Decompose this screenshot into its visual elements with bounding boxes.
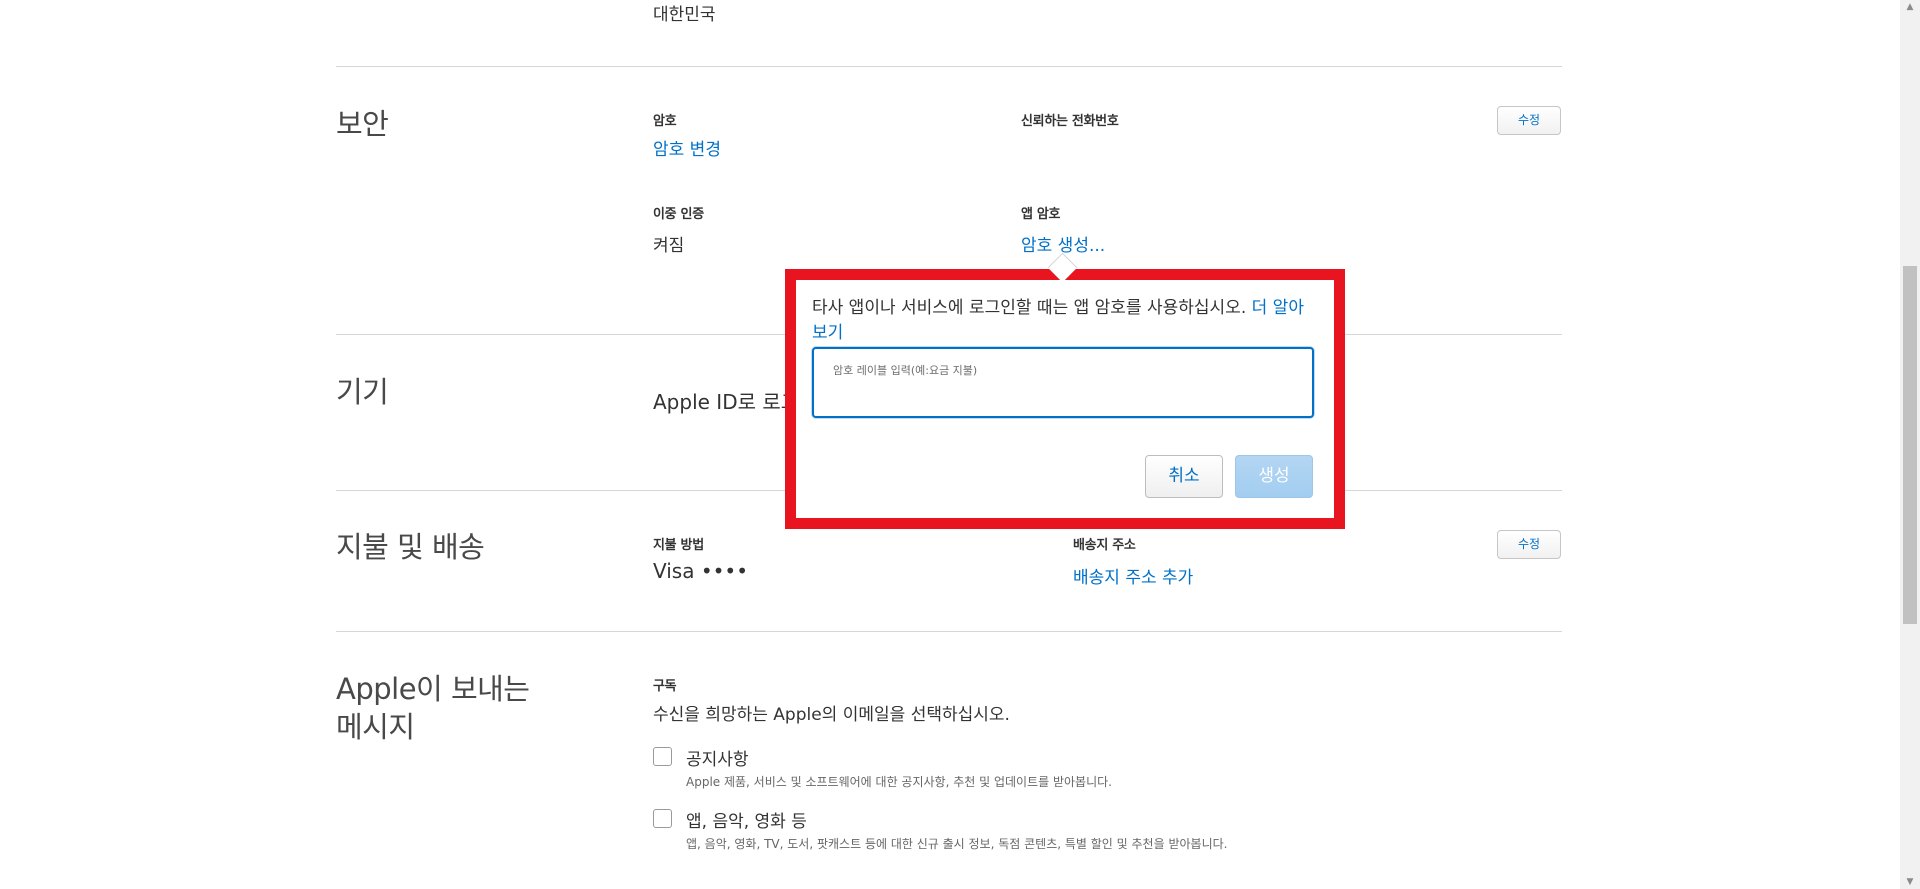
section-title-security: 보안: [336, 107, 389, 141]
subscription-label: 구독: [653, 679, 677, 694]
announcements-description: Apple 제품, 서비스 및 소프트웨어에 대한 공지사항, 추천 및 업데이…: [686, 775, 1112, 789]
two-factor-label: 이중 인증: [653, 207, 704, 222]
password-label-placeholder: 암호 레이블 입력(예:요금 지불): [833, 364, 978, 377]
divider: [336, 66, 1562, 67]
page: 대한민국 보안 암호 암호 변경 신뢰하는 전화번호 수정 이중 인증 켜짐 앱…: [0, 0, 1920, 889]
generate-button[interactable]: 생성: [1235, 455, 1313, 498]
apps-music-movies-label: 앱, 음악, 영화 등: [686, 812, 807, 832]
two-factor-value: 켜짐: [653, 236, 685, 256]
password-label: 암호: [653, 114, 677, 129]
announcements-label: 공지사항: [686, 750, 749, 770]
section-title-messages-line1: Apple이 보내는: [336, 672, 530, 706]
devices-text: Apple ID로 로그: [653, 390, 800, 414]
security-edit-button[interactable]: 수정: [1497, 106, 1561, 135]
popup-message: 타사 앱이나 서비스에 로그인할 때는 앱 암호를 사용하십시오. 더 알아보기: [812, 296, 1312, 346]
cancel-button[interactable]: 취소: [1145, 455, 1223, 498]
section-title-messages-line2: 메시지: [336, 710, 415, 744]
apps-music-movies-description: 앱, 음악, 영화, TV, 도서, 팟캐스트 등에 대한 신규 출시 정보, …: [686, 837, 1228, 851]
section-title-payment: 지불 및 배송: [336, 530, 485, 564]
subscription-description: 수신을 희망하는 Apple의 이메일을 선택하십시오.: [653, 705, 1010, 725]
trusted-phone-label: 신뢰하는 전화번호: [1021, 114, 1119, 129]
announcements-checkbox[interactable]: [653, 747, 672, 766]
popup-message-text: 타사 앱이나 서비스에 로그인할 때는 앱 암호를 사용하십시오.: [812, 298, 1247, 318]
apps-music-movies-checkbox[interactable]: [653, 809, 672, 828]
payment-method-label: 지불 방법: [653, 538, 704, 553]
country-value: 대한민국: [653, 5, 716, 25]
password-label-input[interactable]: 암호 레이블 입력(예:요금 지불): [812, 347, 1314, 418]
divider: [336, 631, 1562, 632]
payment-edit-button[interactable]: 수정: [1497, 530, 1561, 559]
payment-method-value: Visa ••••: [653, 559, 749, 583]
scroll-up-arrow-icon[interactable]: ▲: [1900, 0, 1920, 14]
change-password-link[interactable]: 암호 변경: [653, 135, 721, 160]
app-password-label: 앱 암호: [1021, 207, 1061, 222]
shipping-address-label: 배송지 주소: [1073, 538, 1136, 553]
add-shipping-address-link[interactable]: 배송지 주소 추가: [1073, 563, 1193, 588]
section-title-devices: 기기: [336, 375, 389, 409]
scrollbar-thumb[interactable]: [1903, 266, 1917, 624]
scroll-down-arrow-icon[interactable]: ▼: [1900, 875, 1920, 889]
